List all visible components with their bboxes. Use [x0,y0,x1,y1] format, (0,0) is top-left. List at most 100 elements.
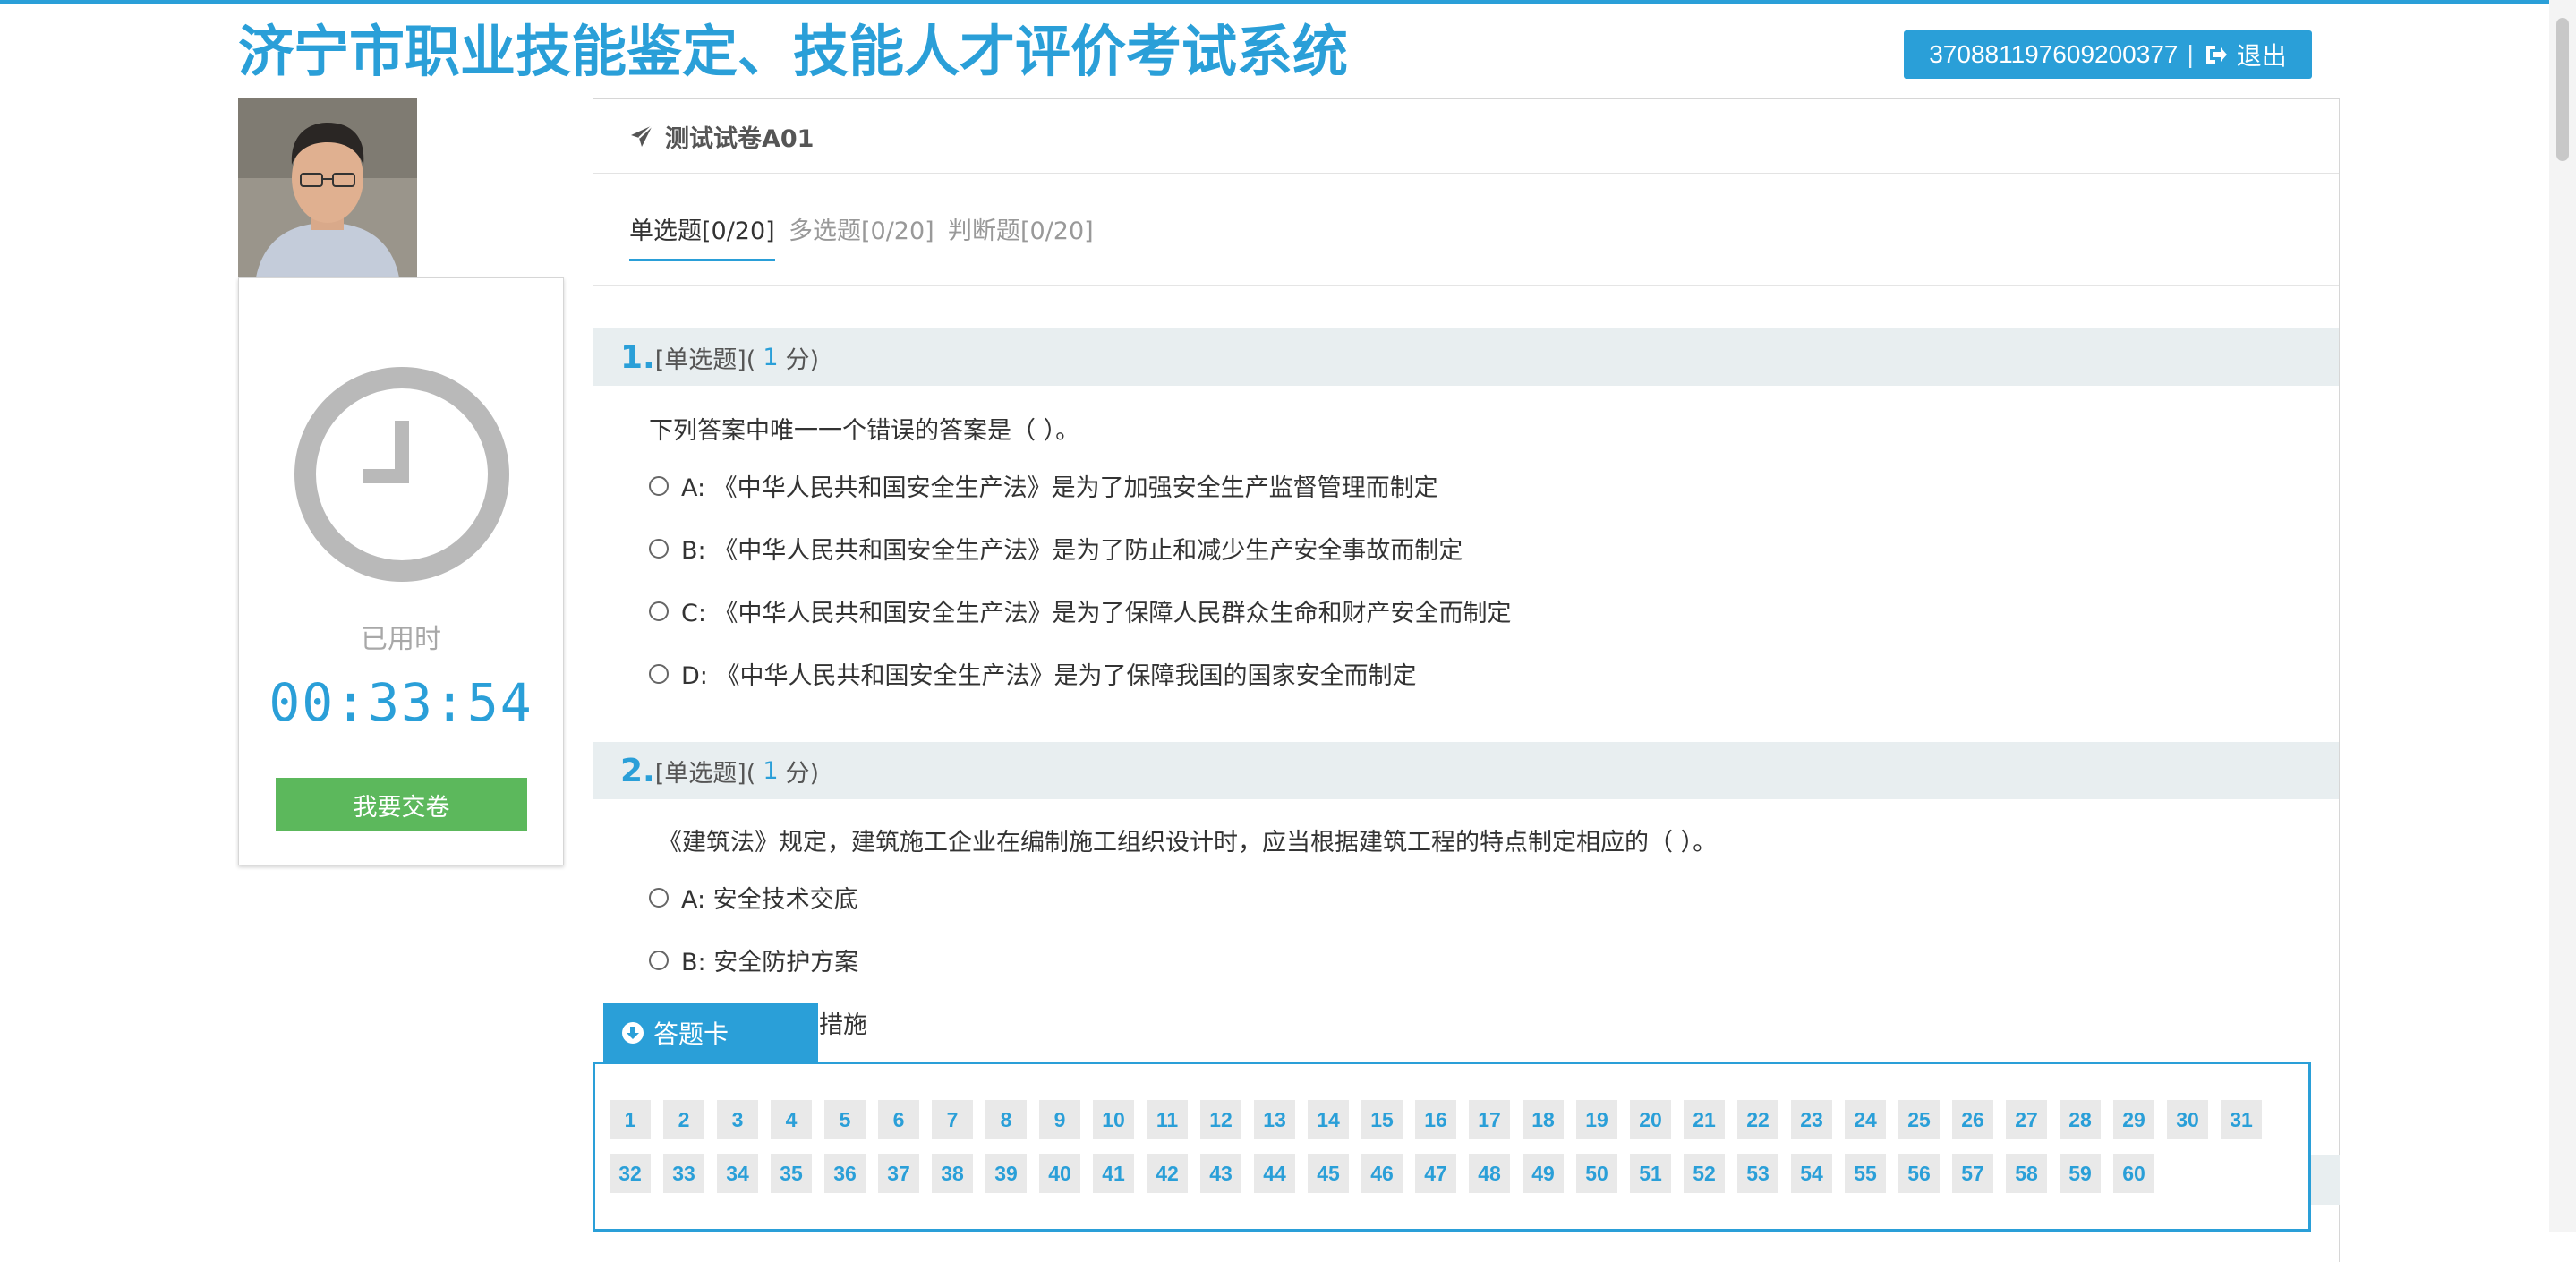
answer-card-item[interactable]: 16 [1415,1100,1456,1139]
question-number: 1. [620,338,655,376]
answer-card-item[interactable]: 59 [2060,1154,2101,1193]
answer-card-item[interactable]: 60 [2113,1154,2154,1193]
answer-card-item[interactable]: 52 [1684,1154,1725,1193]
option-text: D: 《中华人民共和国安全生产法》是为了保障我国的国家安全而制定 [681,662,1417,690]
answer-card-item[interactable]: 19 [1576,1100,1617,1139]
answer-card-item[interactable]: 39 [985,1154,1027,1193]
radio-button[interactable] [649,538,669,559]
answer-card-item[interactable]: 40 [1039,1154,1080,1193]
timer-card: 已用时 00:33:54 我要交卷 [238,277,564,865]
answer-card: 1 2 3 4 5 6 7 8 9 10 11 12 13 14 15 16 17 18 19 20 21 22 23 24 2… [593,1062,2311,1232]
answer-card-item[interactable]: 13 [1254,1100,1295,1139]
answer-card-item[interactable]: 47 [1415,1154,1456,1193]
option-c[interactable]: C: 《中华人民共和国安全生产法》是为了保障人民群众生命和财产安全而制定 [649,593,1512,628]
answer-card-item[interactable]: 44 [1254,1154,1295,1193]
option-text: B: 《中华人民共和国安全生产法》是为了防止和减少生产安全事故而制定 [681,537,1463,565]
answer-card-item[interactable]: 14 [1308,1100,1349,1139]
radio-button[interactable] [649,663,669,684]
answer-card-item[interactable]: 34 [717,1154,758,1193]
answer-card-item[interactable]: 33 [663,1154,704,1193]
answer-card-item[interactable]: 11 [1147,1100,1188,1139]
candidate-photo [238,98,417,277]
answer-card-item[interactable]: 21 [1684,1100,1725,1139]
question-stem: 下列答案中唯一一个错误的答案是（ ）。 [649,417,1080,445]
answer-card-item[interactable]: 58 [2006,1154,2047,1193]
radio-button[interactable] [649,601,669,621]
user-logout-button[interactable]: 370881197609200377 | 退出 [1904,30,2312,79]
question-score-unit: 分) [785,759,820,788]
tab-true-false[interactable]: 判断题[0/20] [948,211,1094,259]
question-type: [单选题]( [654,345,756,374]
submit-exam-button[interactable]: 我要交卷 [276,778,527,831]
answer-card-item[interactable]: 10 [1093,1100,1134,1139]
answer-card-item[interactable]: 2 [663,1100,704,1139]
answer-card-item[interactable]: 54 [1791,1154,1832,1193]
answer-card-item[interactable]: 45 [1308,1154,1349,1193]
answer-card-item[interactable]: 55 [1845,1154,1886,1193]
option-d[interactable]: D: 《中华人民共和国安全生产法》是为了保障我国的国家安全而制定 [649,656,1416,691]
answer-card-item[interactable]: 28 [2060,1100,2101,1139]
paper-header: 测试试卷A01 [593,99,2339,174]
radio-button[interactable] [649,950,669,970]
answer-card-item[interactable]: 20 [1630,1100,1671,1139]
answer-card-item[interactable]: 32 [610,1154,651,1193]
question-type-tabs: 单选题[0/20] 多选题[0/20] 判断题[0/20] [593,174,2339,286]
answer-card-item[interactable]: 4 [771,1100,812,1139]
answer-card-item[interactable]: 50 [1576,1154,1617,1193]
answer-card-item[interactable]: 29 [2113,1100,2154,1139]
answer-card-item[interactable]: 43 [1200,1154,1241,1193]
answer-card-item[interactable]: 31 [2221,1100,2262,1139]
answer-card-item[interactable]: 48 [1469,1154,1510,1193]
radio-button[interactable] [649,887,669,908]
tab-multiple-choice[interactable]: 多选题[0/20] [789,211,934,259]
answer-card-item[interactable]: 51 [1630,1154,1671,1193]
answer-card-item[interactable]: 35 [771,1154,812,1193]
page-scrollbar[interactable] [2549,0,2576,1232]
question-score-unit: 分) [785,345,820,374]
answer-card-item[interactable]: 25 [1898,1100,1940,1139]
answer-card-item[interactable]: 7 [932,1100,973,1139]
tab-single-choice[interactable]: 单选题[0/20] [629,211,775,261]
question-type: [单选题]( [654,759,756,788]
answer-card-item[interactable]: 17 [1469,1100,1510,1139]
answer-card-item[interactable]: 53 [1737,1154,1778,1193]
question-stem: 《建筑法》规定，建筑施工企业在编制施工组织设计时，应当根据建筑工程的特点制定相应… [658,829,1718,857]
answer-card-item[interactable]: 42 [1147,1154,1188,1193]
answer-card-item[interactable]: 37 [878,1154,919,1193]
answer-card-item[interactable]: 1 [610,1100,651,1139]
answer-card-toggle[interactable]: 答题卡 [603,1003,818,1062]
user-id: 370881197609200377 [1929,40,2179,68]
logout-label: 退出 [2236,42,2287,70]
question-score: 1 [763,756,779,785]
answer-card-item[interactable]: 56 [1898,1154,1940,1193]
answer-card-item[interactable]: 6 [878,1100,919,1139]
answer-card-item[interactable]: 23 [1791,1100,1832,1139]
page-title: 济宁市职业技能鉴定、技能人才评价考试系统 [238,19,1349,84]
option-text: B: 安全防护方案 [681,949,859,976]
answer-card-item[interactable]: 57 [1952,1154,1993,1193]
answer-card-item[interactable]: 9 [1039,1100,1080,1139]
option-c-partial-text: 措施 [819,1011,867,1039]
answer-card-item[interactable]: 24 [1845,1100,1886,1139]
answer-card-item[interactable]: 12 [1200,1100,1241,1139]
option-b[interactable]: B: 《中华人民共和国安全生产法》是为了防止和减少生产安全事故而制定 [649,531,1463,566]
answer-card-item[interactable]: 38 [932,1154,973,1193]
option-b[interactable]: B: 安全防护方案 [649,942,858,977]
radio-button[interactable] [649,475,669,496]
answer-card-item[interactable]: 30 [2167,1100,2208,1139]
answer-card-item[interactable]: 5 [824,1100,866,1139]
answer-card-item[interactable]: 8 [985,1100,1027,1139]
answer-card-item[interactable]: 15 [1361,1100,1403,1139]
option-a[interactable]: A: 《中华人民共和国安全生产法》是为了加强安全生产监督管理而制定 [649,468,1438,503]
answer-card-item[interactable]: 3 [717,1100,758,1139]
answer-card-item[interactable]: 27 [2006,1100,2047,1139]
answer-card-item[interactable]: 41 [1093,1154,1134,1193]
scrollbar-thumb[interactable] [2556,18,2569,161]
option-a[interactable]: A: 安全技术交底 [649,880,858,915]
answer-card-item[interactable]: 36 [824,1154,866,1193]
answer-card-item[interactable]: 49 [1523,1154,1564,1193]
answer-card-item[interactable]: 22 [1737,1100,1778,1139]
answer-card-item[interactable]: 26 [1952,1100,1993,1139]
answer-card-item[interactable]: 46 [1361,1154,1403,1193]
answer-card-item[interactable]: 18 [1523,1100,1564,1139]
